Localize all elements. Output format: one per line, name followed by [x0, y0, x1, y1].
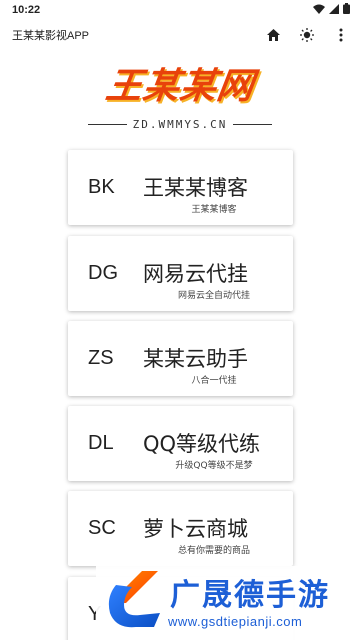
card-description: 网易云全自动代挂 — [177, 291, 250, 301]
card-code: SC — [88, 517, 116, 539]
card-description: 升级QQ等级不是梦 — [175, 461, 253, 471]
status-bar: 10:22 — [0, 0, 360, 20]
card-code: DL — [88, 432, 114, 454]
card-qq-level[interactable]: DL QQ等级代练 升级QQ等级不是梦 — [68, 406, 293, 481]
card-description: 总有你需要的商品 — [177, 546, 250, 556]
site-logo: 王某某网 ZD.WMMYS.CN — [0, 60, 360, 135]
signal-icon — [329, 3, 339, 17]
watermark-brand: 广晟德手游 — [170, 578, 330, 613]
app-actions — [264, 26, 350, 44]
card-title: QQ等级代练 — [143, 432, 261, 456]
battery-icon — [343, 3, 350, 17]
watermark: 广晟德手游 www.gsdtiepianji.com — [96, 566, 360, 640]
logo-text: 王某某网 — [103, 66, 257, 107]
logo-subtitle-row: ZD.WMMYS.CN — [88, 116, 273, 132]
card-code: DG — [88, 262, 118, 284]
card-netease-daigua[interactable]: DG 网易云代挂 网易云全自动代挂 — [68, 236, 293, 311]
card-code: ZS — [88, 347, 114, 369]
more-vert-icon[interactable] — [332, 26, 350, 44]
brightness-icon[interactable] — [298, 26, 316, 44]
app-bar: 王某某影视APP — [0, 20, 360, 50]
watermark-url: www.gsdtiepianji.com — [168, 614, 303, 629]
divider — [88, 123, 127, 125]
status-time: 10:22 — [12, 4, 41, 16]
card-title: 网易云代挂 — [143, 262, 248, 286]
card-blog[interactable]: BK 王某某博客 王某某博客 — [68, 150, 293, 225]
card-code: BK — [88, 176, 115, 198]
card-title: 某某云助手 — [143, 347, 248, 371]
wifi-icon — [313, 4, 325, 17]
card-cloud-assistant[interactable]: ZS 某某云助手 八合一代挂 — [68, 321, 293, 396]
home-icon[interactable] — [264, 26, 282, 44]
watermark-logo-icon — [108, 571, 160, 628]
card-title: 王某某博客 — [143, 176, 248, 200]
status-icons — [313, 3, 350, 17]
card-shop[interactable]: SC 萝卜云商城 总有你需要的商品 — [68, 491, 293, 566]
card-title: 萝卜云商城 — [143, 517, 248, 541]
card-description: 八合一代挂 — [191, 376, 237, 386]
app-title: 王某某影视APP — [12, 30, 90, 42]
logo-subtitle: ZD.WMMYS.CN — [132, 117, 228, 131]
divider — [233, 123, 273, 125]
card-description: 王某某博客 — [191, 205, 237, 215]
